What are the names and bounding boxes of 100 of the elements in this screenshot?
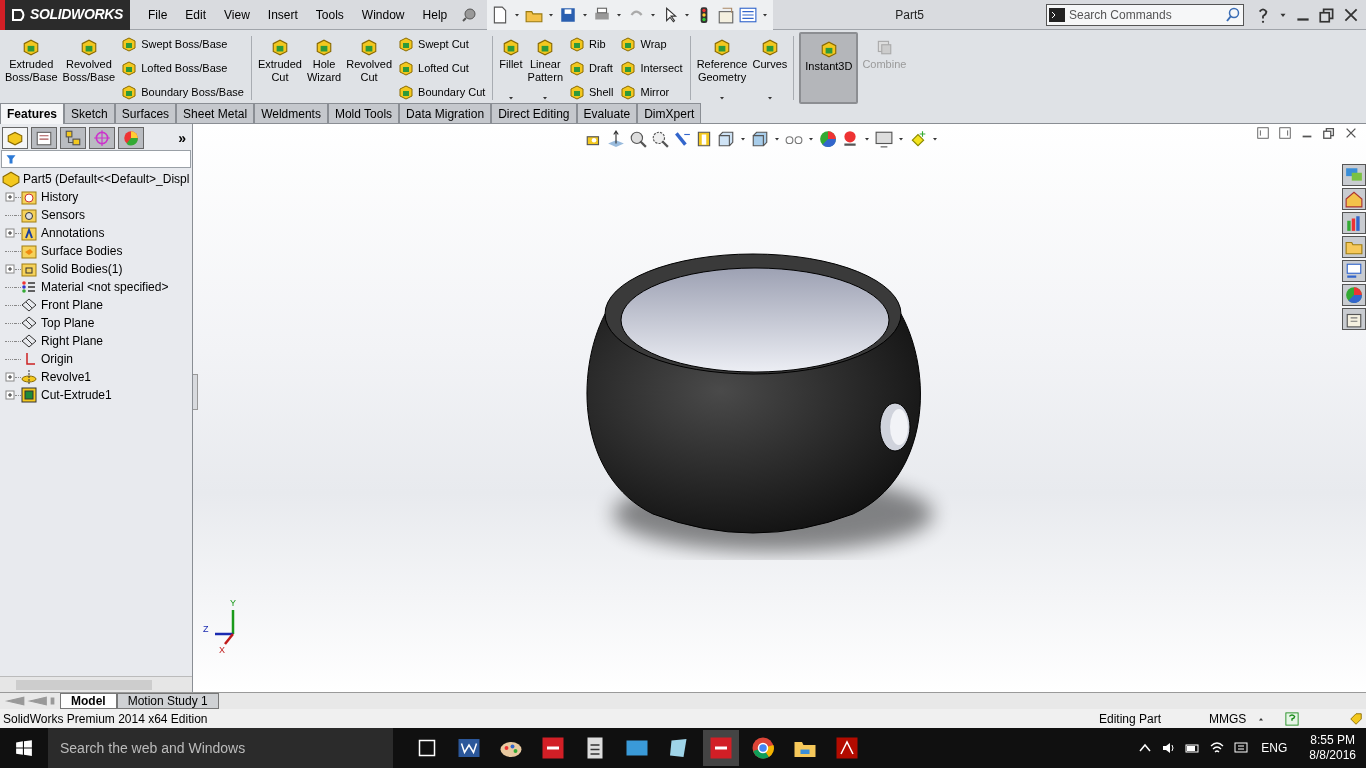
library-icon[interactable]	[1342, 212, 1366, 234]
ribbon-tab[interactable]: Mold Tools	[327, 103, 400, 123]
search-field[interactable]: Search Commands	[1069, 5, 1221, 24]
menu-item[interactable]: Help	[422, 5, 448, 24]
ribbon-button[interactable]: Intersect	[620, 57, 683, 79]
view-palette-icon[interactable]	[1342, 260, 1366, 282]
splitter-handle[interactable]	[193, 374, 198, 410]
normal-icon[interactable]	[607, 130, 625, 148]
ribbon-button[interactable]: Boundary Cut	[398, 81, 486, 103]
section-view-icon[interactable]	[695, 130, 713, 148]
zoom-area-icon[interactable]	[651, 130, 669, 148]
home-icon[interactable]	[1342, 188, 1366, 210]
caret-icon[interactable]	[773, 135, 781, 143]
menu-item[interactable]: View	[224, 5, 250, 24]
language-indicator[interactable]: ENG	[1261, 739, 1288, 757]
tree-item[interactable]: Revolve1	[41, 368, 92, 386]
pdf-app-icon[interactable]	[835, 736, 859, 760]
model-tab[interactable]: Model	[60, 693, 117, 709]
units-text[interactable]: MMGS	[1209, 709, 1257, 728]
scene-icon[interactable]	[841, 130, 859, 148]
tag-icon[interactable]	[1349, 711, 1363, 726]
tree-item[interactable]: Origin	[41, 350, 73, 368]
menu-item[interactable]: Edit	[185, 5, 207, 24]
word-app-icon[interactable]	[457, 736, 481, 760]
clock-date[interactable]: 8/8/2016	[1309, 748, 1356, 763]
filter-icon[interactable]	[5, 153, 17, 165]
menu-item[interactable]: Insert	[267, 5, 298, 24]
ribbon-tab[interactable]: Sketch	[64, 103, 115, 123]
expand-icon[interactable]	[5, 228, 15, 238]
notepad-icon[interactable]	[1342, 308, 1366, 330]
ribbon-tab[interactable]: DimXpert	[637, 103, 702, 123]
restore-icon[interactable]	[1322, 126, 1336, 140]
tree-item[interactable]: Annotations	[41, 224, 105, 242]
display-style-icon[interactable]	[751, 130, 769, 148]
save-icon[interactable]	[559, 5, 578, 24]
ribbon-tab[interactable]: Direct Editing	[491, 103, 577, 123]
expand-icon[interactable]	[5, 192, 15, 202]
zoom-icon[interactable]	[629, 130, 647, 148]
ribbon-tab[interactable]: Sheet Metal	[176, 103, 255, 123]
ribbon-button[interactable]: Instant3D	[799, 32, 859, 104]
tree-item[interactable]: Cut-Extrude1	[41, 386, 112, 404]
chrome-icon[interactable]	[751, 736, 775, 760]
ribbon-button[interactable]: Wrap	[620, 33, 683, 55]
appearance-tab-icon[interactable]	[118, 127, 144, 149]
caret-icon[interactable]	[863, 135, 871, 143]
menu-item[interactable]: Tools	[315, 5, 344, 24]
checklist-icon[interactable]	[739, 5, 758, 24]
ribbon-tab[interactable]: Surfaces	[114, 103, 177, 123]
tree-item[interactable]: Material <not specified>	[41, 278, 169, 296]
menu-item[interactable]: File	[148, 5, 168, 24]
expand-icon[interactable]	[5, 390, 15, 400]
ribbon-button[interactable]: Reference Geometry	[695, 32, 749, 104]
ribbon-button[interactable]: Curves	[751, 32, 789, 104]
ribbon-button[interactable]: Swept Boss/Base	[121, 33, 244, 55]
ribbon-button[interactable]: Mirror	[620, 81, 683, 103]
close-icon[interactable]	[1344, 126, 1358, 140]
menu-item[interactable]: Window	[361, 5, 405, 24]
feature-tree-tab-icon[interactable]	[2, 127, 28, 149]
horizontal-scrollbar[interactable]	[0, 676, 192, 692]
expand-chevron[interactable]: »	[178, 127, 186, 149]
caret-icon[interactable]	[739, 135, 747, 143]
tree-item[interactable]: Surface Bodies	[41, 242, 123, 260]
tree-item[interactable]: Part5 (Default<<Default>_Displ	[23, 170, 190, 188]
model-tab[interactable]: Motion Study 1	[116, 693, 219, 709]
folder-icon[interactable]	[1342, 236, 1366, 258]
ribbon-button[interactable]: Shell	[569, 81, 614, 103]
clock-time[interactable]: 8:55 PM	[1310, 733, 1355, 748]
crosshair-tab-icon[interactable]	[89, 127, 115, 149]
tree-item[interactable]: Sensors	[41, 206, 86, 224]
ribbon-tab[interactable]: Evaluate	[576, 103, 638, 123]
configuration-tab-icon[interactable]	[60, 127, 86, 149]
tree-item[interactable]: Solid Bodies(1)	[41, 260, 123, 278]
taskbar-search-box[interactable]: Search the web and Windows	[48, 728, 393, 768]
ribbon-tab[interactable]: Data Migration	[399, 103, 492, 123]
tile-left-icon[interactable]	[1256, 126, 1270, 140]
caret-icon[interactable]	[897, 135, 905, 143]
pin-icon[interactable]	[461, 6, 478, 23]
ribbon-button[interactable]: Draft	[569, 57, 614, 79]
tree-item[interactable]: Top Plane	[41, 314, 95, 332]
tile-right-icon[interactable]	[1278, 126, 1292, 140]
chat-bubbles-icon[interactable]	[1342, 164, 1366, 186]
expand-icon[interactable]	[5, 372, 15, 382]
ribbon-tab[interactable]: Weldments	[254, 103, 328, 123]
caret-icon[interactable]	[807, 135, 815, 143]
ribbon-tab[interactable]: Features	[0, 103, 65, 124]
tree-item[interactable]: Right Plane	[41, 332, 104, 350]
tree-item[interactable]: History	[41, 188, 79, 206]
ribbon-button[interactable]: Rib	[569, 33, 614, 55]
expand-icon[interactable]	[5, 264, 15, 274]
caret-icon[interactable]	[931, 135, 939, 143]
windows-logo-icon[interactable]	[15, 739, 33, 757]
taskbar-search-field[interactable]: Search the web and Windows	[60, 737, 381, 759]
notification-icon[interactable]	[1233, 740, 1250, 756]
monitor-icon[interactable]	[875, 130, 893, 148]
search-box[interactable]: Search Commands	[1046, 3, 1244, 26]
ribbon-button[interactable]: Lofted Boss/Base	[121, 57, 244, 79]
tree-item[interactable]: Front Plane	[41, 296, 104, 314]
cube-view-icon[interactable]	[717, 130, 735, 148]
options-icon[interactable]	[717, 5, 736, 24]
ribbon-button[interactable]: Lofted Cut	[398, 57, 486, 79]
